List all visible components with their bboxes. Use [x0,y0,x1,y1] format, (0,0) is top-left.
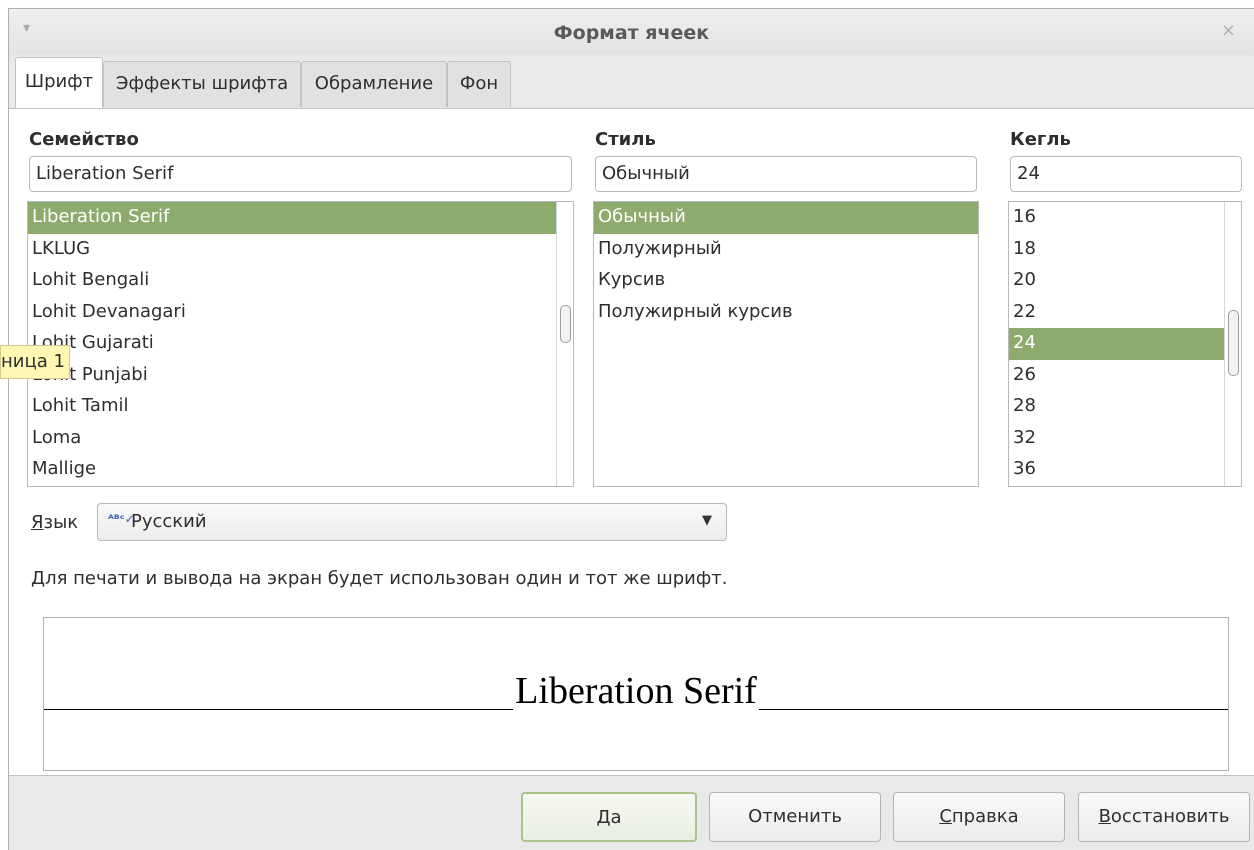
title-bar: ▾ Формат ячеек × [9,9,1254,55]
style-list-item[interactable]: Полужирный курсив [594,297,978,329]
tooltip: ница 1 [0,345,70,379]
close-icon[interactable]: × [1221,20,1236,41]
family-list-item[interactable]: Loma [28,423,573,455]
help-button[interactable]: Справка [893,792,1065,842]
size-list-item[interactable]: 36 [1009,454,1241,486]
cancel-button[interactable]: Отменить [709,792,881,842]
family-list-item[interactable]: Mallige [28,454,573,486]
size-list-item[interactable]: 24 [1009,328,1241,360]
size-list-item[interactable]: 20 [1009,265,1241,297]
family-list-item[interactable]: Lohit Punjabi [28,360,573,392]
family-input[interactable]: Liberation Serif [29,156,572,192]
size-scroll-thumb[interactable] [1228,310,1239,376]
language-value: Русский [131,511,207,532]
font-info-text: Для печати и вывода на экран будет испол… [31,568,728,589]
size-list-item[interactable]: 16 [1009,202,1241,234]
size-input[interactable]: 24 [1010,156,1242,192]
font-preview: Liberation Serif [43,617,1229,771]
format-cells-dialog: ▾ Формат ячеек × Шрифт Эффекты шрифта Об… [8,8,1254,850]
tab-borders[interactable]: Обрамление [301,61,447,107]
language-select[interactable]: ᴬᴮᶜ✓ Русский ▼ [97,503,727,541]
style-list-item[interactable]: Курсив [594,265,978,297]
tab-font-effects[interactable]: Эффекты шрифта [103,61,301,107]
size-list-item[interactable]: 18 [1009,234,1241,266]
help-label: правка [951,806,1019,827]
size-list-item[interactable]: 28 [1009,391,1241,423]
family-list-item[interactable]: Lohit Devanagari [28,297,573,329]
family-list-item[interactable]: Lohit Tamil [28,391,573,423]
size-list-item[interactable]: 26 [1009,360,1241,392]
tab-bar: Шрифт Эффекты шрифта Обрамление Фон [9,55,1254,109]
size-list-item[interactable]: 32 [1009,423,1241,455]
family-list[interactable]: Liberation Serif LKLUG Lohit Bengali Loh… [27,201,574,487]
size-list-item[interactable]: 22 [1009,297,1241,329]
size-list[interactable]: 16 18 20 22 24 26 28 32 36 [1008,201,1242,487]
family-list-item[interactable]: LKLUG [28,234,573,266]
style-list-item[interactable]: Обычный [594,202,978,234]
style-input[interactable]: Обычный [595,156,977,192]
tab-background[interactable]: Фон [447,61,511,107]
reset-label: осстановить [1110,806,1230,827]
family-scroll-thumb[interactable] [560,305,571,343]
preview-text: Liberation Serif [513,670,759,712]
font-tab-panel: Семейство Liberation Serif Liberation Se… [9,108,1254,776]
preview-text-wrap: Liberation Serif [44,670,1228,712]
ok-button[interactable]: Да [521,792,697,842]
family-scrollbar[interactable] [556,202,573,486]
reset-button[interactable]: Восстановить [1078,792,1250,842]
language-label: Язык [31,512,78,533]
family-list-item[interactable]: Liberation Serif [28,202,573,234]
reset-mnemonic: В [1098,806,1111,827]
tab-font[interactable]: Шрифт [15,57,103,108]
dialog-title: Формат ячеек [553,22,710,44]
family-list-item[interactable]: Lohit Bengali [28,265,573,297]
size-scrollbar[interactable] [1224,202,1241,486]
chevron-down-icon: ▼ [702,513,712,528]
style-label: Стиль [595,129,656,150]
family-label: Семейство [29,129,139,150]
size-label: Кегль [1010,129,1071,150]
help-mnemonic: С [939,806,952,827]
language-label-mnemonic: Я [31,512,44,533]
language-label-text: зык [43,512,79,533]
style-list[interactable]: Обычный Полужирный Курсив Полужирный кур… [593,201,979,487]
family-list-item[interactable]: Lohit Gujarati [28,328,573,360]
style-list-item[interactable]: Полужирный [594,234,978,266]
